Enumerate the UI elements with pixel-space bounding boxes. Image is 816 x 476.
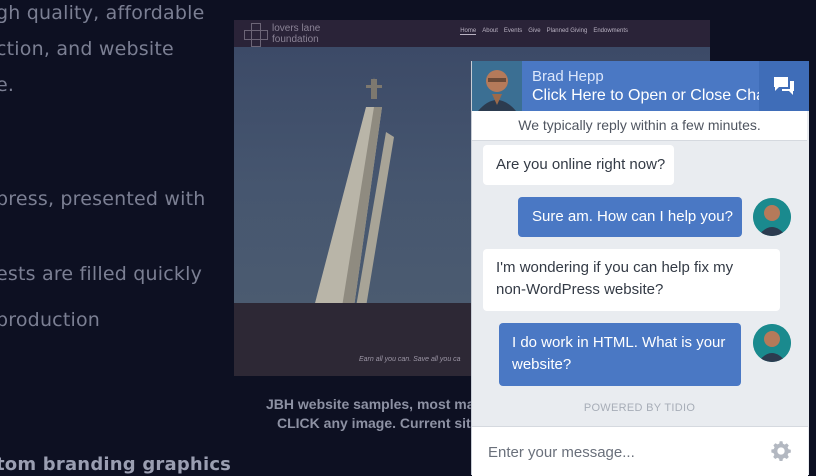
site-nav-give: Give	[528, 28, 541, 34]
message-input-bar	[472, 426, 808, 476]
samples-caption-line1: JBH website samples, most ma	[266, 396, 475, 412]
background-text-line: press, presented with	[0, 188, 206, 210]
agent-name: Brad Hepp	[532, 68, 604, 85]
site-logo-line2: foundation	[272, 34, 319, 45]
agent-avatar-small	[753, 324, 791, 362]
site-nav-endowments: Endowments	[593, 28, 628, 34]
background-text-line: ction, and website	[0, 38, 174, 60]
chat-widget: Brad Hepp Click Here to Open or Close Ch…	[471, 61, 809, 476]
agent-message: I do work in HTML. What is your website?	[499, 323, 741, 386]
background-text-line: e.	[0, 74, 15, 96]
site-logo-line1: lovers lane	[272, 23, 321, 34]
visitor-message: Are you online right now?	[483, 145, 674, 185]
site-preview-caption: Earn all you can. Save all you ca	[359, 356, 461, 363]
background-text-line: gh quality, affordable	[0, 2, 205, 24]
chat-toggle-button[interactable]	[759, 61, 809, 111]
chat-bubbles-icon	[774, 77, 794, 95]
site-preview-header: lovers lane foundation Home About Events…	[234, 20, 710, 47]
gear-icon[interactable]	[770, 440, 792, 462]
message-input[interactable]	[486, 440, 760, 464]
agent-avatar	[472, 61, 522, 111]
visitor-message: I'm wondering if you can help fix my non…	[483, 249, 780, 311]
reply-time-notice: We typically reply within a few minutes.	[472, 111, 807, 141]
site-nav-planned-giving: Planned Giving	[546, 28, 588, 34]
site-preview-nav: Home About Events Give Planned Giving En…	[460, 28, 628, 35]
site-preview-logo: lovers lane foundation	[244, 23, 334, 47]
background-text-column: gh quality, affordable ction, and websit…	[0, 0, 240, 475]
cross-icon	[244, 23, 268, 47]
chat-header[interactable]: Brad Hepp Click Here to Open or Close Ch…	[472, 61, 809, 111]
background-bold-heading: tom branding graphics	[0, 454, 232, 475]
church-spire-image	[314, 77, 394, 307]
background-text-line: production	[0, 309, 101, 331]
powered-by-tidio[interactable]: POWERED BY TIDIO	[472, 402, 807, 414]
open-close-chat-link[interactable]: Click Here to Open or Close Chat	[532, 87, 769, 105]
site-nav-about: About	[482, 28, 498, 34]
site-nav-home: Home	[460, 28, 477, 35]
site-nav-events: Events	[503, 28, 523, 34]
agent-message: Sure am. How can I help you?	[518, 197, 742, 237]
samples-caption-line2: CLICK any image. Current site	[277, 415, 479, 431]
agent-avatar-small	[753, 198, 791, 236]
background-text-line: ests are filled quickly	[0, 263, 203, 285]
